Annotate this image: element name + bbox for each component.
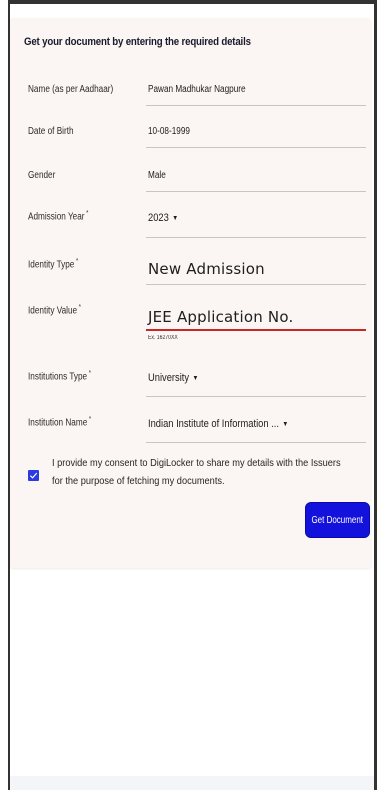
- form-title: Get your document by entering the requir…: [24, 36, 251, 48]
- document-form-card: Get your document by entering the requir…: [10, 18, 371, 568]
- institution-name-select[interactable]: Indian Institute of Information ... ▼: [148, 418, 288, 430]
- institutions-type-label: Institutions Type *: [28, 370, 91, 383]
- identity-value-label: Identity Value *: [28, 304, 81, 317]
- identity-value-hint: Ex. 16270XX: [148, 335, 178, 341]
- dob-field[interactable]: 10-08-1999: [148, 126, 190, 137]
- get-document-label: Get Document: [311, 514, 364, 526]
- caret-down-icon: ▼: [172, 215, 179, 222]
- caret-down-icon: ▼: [192, 375, 199, 382]
- page-frame: Get your document by entering the requir…: [0, 0, 377, 790]
- caret-down-icon: ▼: [282, 421, 289, 428]
- admission-year-label: Admission Year *: [28, 210, 89, 223]
- bottom-band: [10, 776, 374, 790]
- name-field[interactable]: Pawan Madhukar Nagpure: [148, 84, 246, 95]
- identity-value-input[interactable]: JEE Application No.: [148, 308, 293, 326]
- top-border: [8, 0, 377, 4]
- consent-checkbox[interactable]: [28, 470, 39, 481]
- institution-name-underline: [146, 442, 366, 443]
- institutions-type-select[interactable]: University ▼: [148, 372, 198, 384]
- identity-type-field[interactable]: New Admission: [148, 260, 265, 278]
- institutions-type-underline: [146, 396, 366, 397]
- gender-label: Gender: [28, 170, 56, 181]
- admission-year-select[interactable]: 2023 ▼: [148, 212, 178, 224]
- identity-value-underline: [146, 329, 366, 331]
- consent-text: I provide my consent to DigiLocker to sh…: [52, 457, 341, 487]
- checkmark-icon: [29, 472, 38, 479]
- dob-label: Date of Birth: [28, 126, 74, 137]
- institution-name-label: Institution Name *: [28, 416, 92, 429]
- dob-underline: [146, 147, 366, 148]
- get-document-button[interactable]: Get Document: [305, 502, 370, 538]
- gender-field[interactable]: Male: [148, 170, 166, 181]
- admission-year-underline: [146, 237, 366, 238]
- identity-type-label: Identity Type *: [28, 258, 79, 271]
- name-label: Name (as per Aadhaar): [28, 84, 114, 95]
- identity-type-underline: [146, 284, 366, 285]
- gender-underline: [146, 191, 366, 192]
- name-underline: [146, 105, 366, 106]
